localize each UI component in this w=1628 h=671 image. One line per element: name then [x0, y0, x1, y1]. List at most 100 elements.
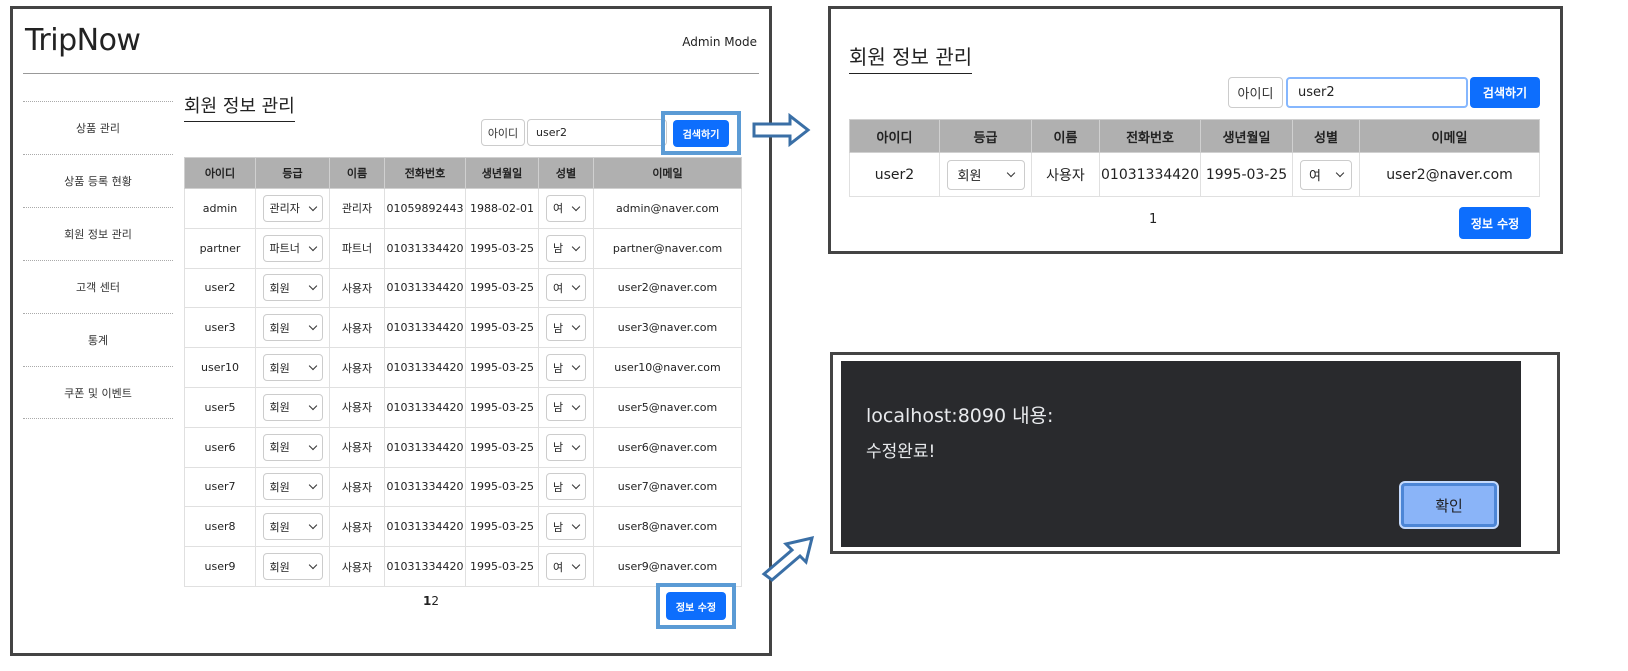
column-header-birth: 생년월일: [1200, 119, 1293, 153]
column-header-phone: 전화번호: [1099, 119, 1201, 153]
cell-phone: 01031334420: [384, 506, 466, 548]
cell-gender: 남: [538, 466, 594, 508]
table-header-row: 아이디 등급 이름 전화번호 생년월일 성별 이메일: [849, 119, 1540, 153]
sidebar-item-members[interactable]: 회원 정보 관리: [23, 207, 173, 260]
search-bar: 아이디 user2: [481, 119, 667, 146]
search-button[interactable]: 검색하기: [673, 120, 729, 147]
result-page-link-1[interactable]: 1: [1149, 212, 1157, 227]
cell-id: partner: [184, 227, 256, 269]
grade-select[interactable]: 회원: [262, 393, 323, 421]
sidebar-item-statistics[interactable]: 통계: [23, 313, 173, 366]
result-search-button[interactable]: 검색하기: [1470, 77, 1540, 108]
sidebar-item-product-registration[interactable]: 상품 등록 현황: [23, 154, 173, 207]
column-header-id: 아이디: [184, 157, 256, 189]
cell-id: user8: [184, 506, 256, 548]
brand-logo[interactable]: TripNow: [25, 23, 141, 58]
grade-select[interactable]: 회원: [262, 274, 323, 302]
cell-grade: 회원: [255, 347, 330, 388]
chevron-down-icon: [1335, 168, 1345, 178]
gender-select[interactable]: 여: [1300, 159, 1352, 190]
cell-birth: 1995-03-25: [465, 307, 539, 349]
chevron-down-icon: [308, 242, 317, 251]
grade-select-value: 회원: [957, 169, 982, 184]
cell-phone: 01031334420: [384, 426, 466, 468]
gender-select-value: 남: [553, 520, 564, 534]
sidebar-item-coupons-events[interactable]: 쿠폰 및 이벤트: [23, 366, 173, 419]
cell-birth: 1995-03-25: [465, 267, 539, 309]
gender-select-value: 남: [553, 361, 564, 375]
cell-birth: 1995-03-25: [465, 466, 539, 508]
grade-select[interactable]: 회원: [262, 513, 323, 541]
cell-name: 사용자: [329, 307, 385, 349]
page-link-2[interactable]: 2: [431, 594, 439, 608]
gender-select-value: 여: [553, 281, 564, 295]
result-search-input[interactable]: user2: [1286, 77, 1468, 108]
grade-select[interactable]: 관리자: [262, 194, 323, 222]
cell-name: 사용자: [329, 386, 385, 428]
grade-select[interactable]: 회원: [262, 354, 323, 382]
cell-gender: 남: [538, 347, 594, 388]
chevron-down-icon: [571, 560, 581, 570]
cell-grade: 회원: [255, 307, 330, 349]
cell-grade: 회원: [255, 506, 330, 548]
sidebar-item-products[interactable]: 상품 관리: [23, 101, 173, 154]
save-member-info-button[interactable]: 정보 수정: [666, 592, 726, 620]
cell-name: 사용자: [329, 506, 385, 548]
chevron-down-icon: [571, 282, 581, 291]
cell-email: user7@naver.com: [593, 466, 742, 508]
gender-select[interactable]: 남: [546, 513, 586, 541]
chevron-down-icon: [308, 560, 317, 570]
alert-dialog: localhost:8090 내용: 수정완료! 확인: [841, 361, 1521, 547]
table-row: user9 회원 사용자 01031334420 1995-03-25 여 user9@na…: [184, 546, 742, 587]
cell-email: user3@naver.com: [593, 307, 742, 349]
cell-email: user2@naver.com: [1359, 152, 1540, 197]
grade-select[interactable]: 회원: [946, 159, 1025, 190]
grade-select[interactable]: 파트너: [262, 234, 323, 262]
gender-select[interactable]: 여: [546, 274, 586, 302]
result-page-title: 회원 정보 관리: [849, 41, 973, 74]
sidebar-item-customer-center[interactable]: 고객 센터: [23, 260, 173, 313]
cell-phone: 01059892443: [384, 188, 466, 229]
chevron-down-icon: [308, 441, 317, 450]
cell-gender: 여: [1292, 152, 1360, 197]
cell-phone: 01031334420: [384, 386, 466, 428]
grade-select-value: 회원: [269, 401, 290, 415]
alert-panel: localhost:8090 내용: 수정완료! 확인: [830, 352, 1560, 554]
gender-select[interactable]: 남: [546, 473, 586, 501]
cell-name: 관리자: [329, 188, 385, 229]
cell-email: partner@naver.com: [593, 227, 742, 269]
table-row: admin 관리자 관리자 01059892443 1988-02-01 여 admin@n…: [184, 188, 742, 229]
alert-ok-button[interactable]: 확인: [1401, 483, 1497, 527]
up-right-arrow-icon: [761, 535, 815, 582]
cell-gender: 남: [538, 386, 594, 428]
cell-email: user9@naver.com: [593, 546, 742, 587]
grade-select[interactable]: 회원: [262, 553, 323, 581]
table-row: user2 회원 사용자 01031334420 1995-03-25 여 us…: [849, 152, 1540, 197]
gender-select[interactable]: 남: [546, 314, 586, 342]
grade-select-value: 회원: [269, 560, 290, 574]
gender-select[interactable]: 남: [546, 234, 586, 262]
chevron-down-icon: [571, 481, 581, 490]
gender-select[interactable]: 남: [546, 433, 586, 461]
gender-select[interactable]: 여: [546, 553, 586, 581]
gender-select[interactable]: 남: [546, 393, 586, 421]
grade-select[interactable]: 회원: [262, 433, 323, 461]
result-save-button[interactable]: 정보 수정: [1459, 207, 1531, 239]
cell-birth: 1995-03-25: [465, 386, 539, 428]
gender-select[interactable]: 남: [546, 354, 586, 382]
gender-select-value: 여: [553, 202, 564, 216]
gender-select[interactable]: 여: [546, 194, 586, 222]
cell-email: user6@naver.com: [593, 426, 742, 468]
grade-select[interactable]: 회원: [262, 314, 323, 342]
column-header-birth: 생년월일: [465, 157, 539, 189]
grade-select[interactable]: 회원: [262, 473, 323, 501]
cell-id: user7: [184, 466, 256, 508]
chevron-down-icon: [308, 282, 317, 291]
cell-id: user6: [184, 426, 256, 468]
page-link-1[interactable]: 1: [423, 594, 431, 608]
chevron-down-icon: [308, 322, 317, 331]
cell-name: 사용자: [329, 466, 385, 508]
result-member-table: 아이디 등급 이름 전화번호 생년월일 성별 이메일 user2 회원 사용자: [849, 119, 1540, 197]
cell-id: user5: [184, 386, 256, 428]
search-input[interactable]: user2: [527, 119, 667, 146]
